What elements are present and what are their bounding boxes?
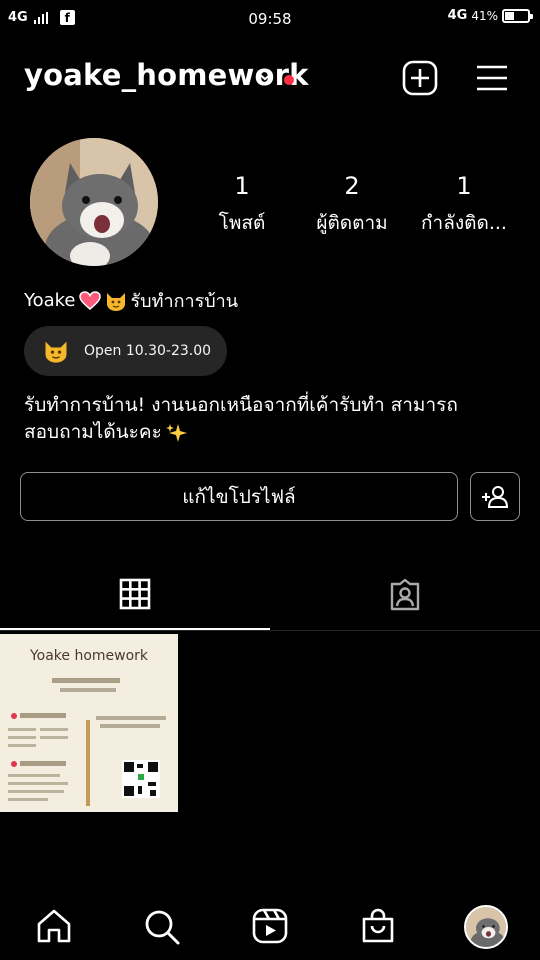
new-post-plus-icon[interactable] [402, 60, 438, 96]
post-thumbnail[interactable]: Yoake homework [0, 634, 178, 812]
profile-avatar[interactable] [30, 138, 158, 266]
following-label: กำลังติด... [421, 212, 507, 234]
followers-stat[interactable]: 2 ผู้ติดตาม [302, 172, 402, 238]
followers-label: ผู้ติดตาม [316, 212, 388, 234]
display-name-suffix: รับทำการบ้าน [130, 291, 239, 312]
tagged-tab-icon[interactable] [388, 578, 422, 612]
search-icon[interactable] [143, 908, 181, 946]
cat-photo-image [466, 907, 506, 947]
shop-icon[interactable] [360, 908, 396, 944]
sparkles-icon [165, 423, 187, 442]
notification-dot [284, 75, 294, 85]
profile-tab-avatar[interactable] [464, 905, 508, 949]
following-stat[interactable]: 1 กำลังติด... [412, 172, 516, 238]
reels-icon[interactable] [252, 908, 288, 944]
discover-people-button[interactable] [470, 472, 520, 521]
add-person-icon [482, 485, 509, 508]
profile-bio: รับทำการบ้าน! งานนอกเหนือจากที่เค้ารับทำ… [24, 392, 524, 446]
grid-tab-icon[interactable] [119, 578, 151, 610]
chevron-down-icon[interactable] [256, 70, 274, 82]
network-type-right: 4G [447, 8, 468, 23]
bio-line-1: รับทำการบ้าน! งานนอกเหนือจากที่เค้ารับทำ… [24, 394, 458, 416]
tab-divider [0, 630, 540, 631]
profile-display-name: Yoake รับทำการบ้าน [24, 286, 238, 315]
post-thumbnail-graphic [8, 678, 166, 806]
home-icon[interactable] [36, 908, 72, 944]
battery-percent: 41% [471, 8, 498, 23]
display-name: Yoake [24, 290, 76, 311]
posts-label: โพสต์ [218, 212, 266, 234]
menu-icon[interactable] [474, 60, 510, 96]
post-thumbnail-title: Yoake homework [29, 648, 149, 664]
status-bar: 4G f 09:58 4G 41% [0, 0, 540, 36]
battery-icon [502, 8, 533, 23]
hours-text: Open 10.30-23.00 [84, 343, 212, 359]
active-tab-indicator [0, 628, 270, 630]
edit-profile-label: แก้ไขโปรไฟล์ [182, 485, 296, 508]
business-hours-pill[interactable]: Open 10.30-23.00 [24, 326, 227, 376]
status-right: 4G 41% [447, 8, 533, 23]
bio-line-2-row: สอบถามได้นะคะ [24, 419, 524, 446]
battery-fill [505, 11, 514, 20]
heart-icon [78, 290, 101, 310]
cat-face-icon [106, 292, 125, 311]
followers-count: 2 [344, 172, 360, 200]
cat-face-icon [45, 341, 67, 363]
following-count: 1 [456, 172, 472, 200]
bio-line-2: สอบถามได้นะคะ [24, 421, 162, 443]
cat-photo-image [30, 138, 158, 266]
posts-count: 1 [234, 172, 250, 200]
bottom-navigation [0, 888, 540, 960]
posts-stat[interactable]: 1 โพสต์ [192, 172, 292, 238]
edit-profile-button[interactable]: แก้ไขโปรไฟล์ [20, 472, 458, 521]
